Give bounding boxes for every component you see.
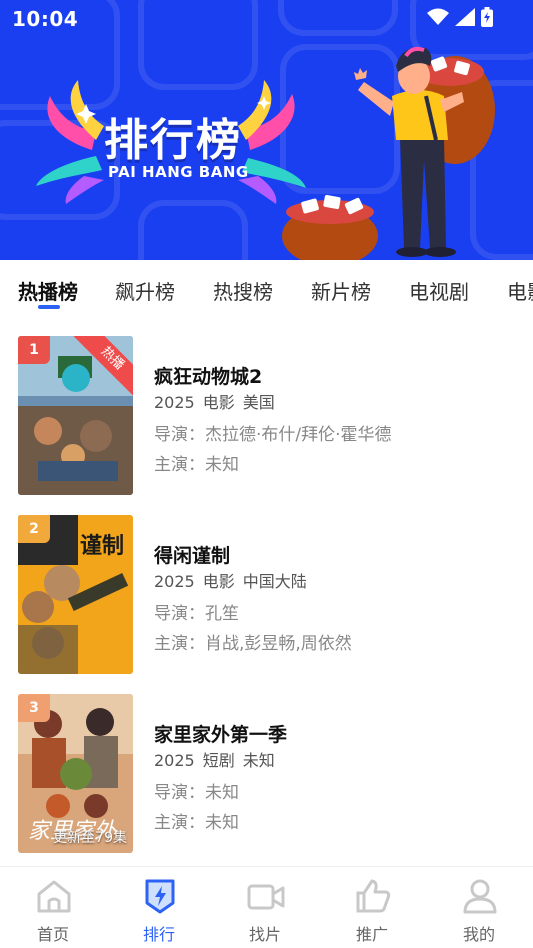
poster-image: 1 热播 [18, 336, 133, 495]
user-icon [463, 879, 497, 914]
ranking-tabs: 热播榜 飙升榜 热搜榜 新片榜 电视剧 电影 [0, 260, 533, 316]
item-region: 未知 [242, 751, 275, 770]
episode-caption: 更新至79集 [53, 830, 127, 846]
item-region: 中国大陆 [242, 572, 307, 591]
status-icons [427, 7, 493, 27]
poster-image: 家里家外 3 更新至79集 [18, 694, 133, 853]
list-item[interactable]: 谨制 2 得闲谨制 2025 电影 中国大陆 导演：孔笙 主演：肖战,彭昱畅,周依然 [0, 495, 533, 674]
item-title: 疯狂动物城2 [154, 366, 263, 388]
ranking-banner: 10:04 排行榜 PAI HANG BANG [0, 0, 533, 260]
svg-text:谨制: 谨制 [80, 534, 124, 559]
item-meta: 2025 短剧 未知 [154, 747, 283, 771]
tab-new-release[interactable]: 新片榜 [311, 276, 371, 305]
tab-active-indicator [38, 305, 60, 309]
item-meta: 2025 电影 美国 [154, 389, 283, 413]
banner-title: 排行榜 [104, 115, 242, 166]
nav-ranking[interactable]: 排行 [106, 867, 212, 948]
item-cast: 主演：未知 [154, 813, 239, 833]
tab-movie[interactable]: 电影 [507, 276, 533, 305]
rank-badge: 3 [18, 694, 50, 722]
nav-home[interactable]: 首页 [0, 867, 106, 948]
nav-label: 首页 [36, 925, 69, 944]
item-type: 短剧 [202, 751, 235, 770]
item-year: 2025 [154, 393, 195, 412]
nav-profile[interactable]: 我的 [426, 867, 532, 948]
item-cast: 主演：未知 [154, 455, 239, 475]
nav-label: 排行 [142, 925, 175, 944]
item-type: 电影 [202, 393, 235, 412]
item-title: 家里家外第一季 [154, 724, 288, 746]
banner-illustration [36, 46, 495, 260]
nav-label: 找片 [248, 925, 281, 944]
wifi-icon [427, 8, 449, 25]
status-time: 10:04 [12, 7, 79, 31]
signal-icon [455, 8, 475, 26]
nav-find[interactable]: 找片 [212, 867, 318, 948]
ranking-badge-icon [145, 879, 175, 914]
poster-image: 谨制 2 [18, 515, 133, 674]
item-cast: 主演：肖战,彭昱畅,周依然 [154, 634, 352, 654]
video-camera-icon [247, 884, 285, 910]
item-region: 美国 [242, 393, 275, 412]
list-item[interactable]: 家里家外 3 更新至79集 家里家外第一季 2025 短剧 未知 导演：未知 主演：… [0, 674, 533, 853]
item-type: 电影 [202, 572, 235, 591]
tab-tv-series[interactable]: 电视剧 [409, 276, 469, 305]
bottom-navigation: 首页 排行 找片 推广 我的 [0, 866, 533, 948]
item-director: 导演：未知 [154, 783, 239, 803]
item-meta: 2025 电影 中国大陆 [154, 568, 315, 592]
thumbs-up-icon [356, 879, 391, 913]
item-title: 得闲谨制 [154, 545, 231, 567]
battery-charging-icon [481, 7, 493, 27]
item-year: 2025 [154, 751, 195, 770]
tab-rising[interactable]: 飙升榜 [115, 276, 175, 305]
nav-label: 推广 [355, 925, 388, 944]
item-director: 导演：杰拉德·布什/拜伦·霍华德 [154, 425, 392, 445]
rank-badge: 1 [18, 336, 50, 364]
home-icon [37, 880, 71, 913]
status-bar: 10:04 [0, 0, 533, 36]
banner-subtitle: PAI HANG BANG [108, 163, 249, 181]
ranking-list: 1 热播 疯狂动物城2 2025 电影 美国 导演：杰拉德·布什/拜伦·霍华德 主演… [0, 316, 533, 866]
nav-label: 我的 [462, 925, 495, 944]
list-item[interactable]: 1 热播 疯狂动物城2 2025 电影 美国 导演：杰拉德·布什/拜伦·霍华德 主演… [0, 316, 533, 495]
tab-hot-search[interactable]: 热搜榜 [213, 276, 273, 305]
item-year: 2025 [154, 572, 195, 591]
nav-promote[interactable]: 推广 [319, 867, 425, 948]
rank-badge: 2 [18, 515, 50, 543]
item-director: 导演：孔笙 [154, 604, 239, 624]
tab-hot-play[interactable]: 热播榜 [18, 276, 78, 305]
